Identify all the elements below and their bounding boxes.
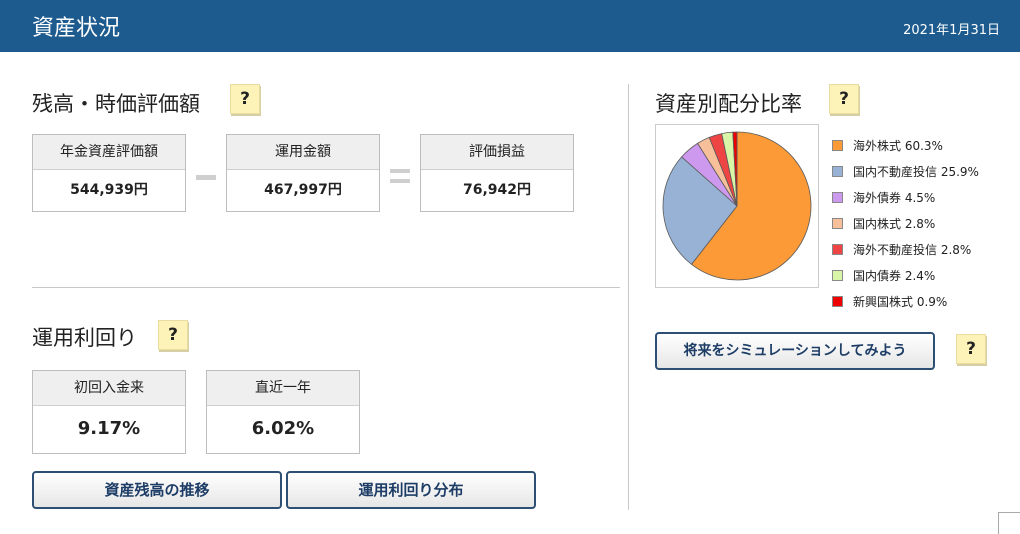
yield-distribution-button[interactable]: 運用利回り分布 <box>286 471 536 509</box>
legend-swatch <box>832 217 843 229</box>
last-year-value: 6.02% <box>251 418 315 439</box>
since-first-deposit-label: 初回入金来 <box>33 371 185 406</box>
legend-label: 新興国株式 0.9% <box>853 294 948 309</box>
invested-amount-value: 467,997円 <box>264 182 342 198</box>
page-header: 資産状況 2021年1月31日 <box>0 0 1020 52</box>
equals-bar-top <box>390 169 410 173</box>
allocation-pie-chart <box>655 124 819 288</box>
since-first-deposit-box: 初回入金来 9.17% <box>32 370 186 454</box>
minus-sign <box>196 175 216 180</box>
legend-swatch <box>832 165 843 177</box>
legend-label: 国内不動産投信 25.9% <box>853 164 979 179</box>
simulate-help-button[interactable]: ? <box>956 334 986 364</box>
legend-item-overseas-stocks: 海外株式 60.3% <box>832 132 979 158</box>
allocation-section-title: 資産別配分比率 <box>655 92 802 116</box>
yield-section-title: 運用利回り <box>32 326 137 350</box>
column-divider <box>628 84 629 510</box>
legend-item-emerging-stocks: 新興国株式 0.9% <box>832 288 979 314</box>
legend-swatch <box>832 191 843 203</box>
legend-label: 海外株式 60.3% <box>853 138 943 153</box>
invested-amount-label: 運用金額 <box>227 135 379 170</box>
pie-chart-svg <box>662 131 812 281</box>
legend-label: 国内債券 2.4% <box>853 268 936 283</box>
last-year-box: 直近一年 6.02% <box>206 370 360 454</box>
unrealized-gain-value: 76,942円 <box>462 182 532 198</box>
legend-swatch <box>832 269 843 281</box>
page-title: 資産状況 <box>32 16 121 41</box>
unrealized-gain-label: 評価損益 <box>421 135 573 170</box>
resize-corner <box>998 512 1020 534</box>
invested-amount-box: 運用金額 467,997円 <box>226 134 380 212</box>
legend-label: 海外不動産投信 2.8% <box>853 242 972 257</box>
legend-item-domestic-reit: 国内不動産投信 25.9% <box>832 158 979 184</box>
unrealized-gain-box: 評価損益 76,942円 <box>420 134 574 212</box>
legend-swatch <box>832 243 843 255</box>
legend-item-overseas-reit: 海外不動産投信 2.8% <box>832 236 979 262</box>
simulate-future-button[interactable]: 将来をシミュレーションしてみよう <box>655 332 935 370</box>
date-label: 2021年1月31日 <box>903 23 1000 38</box>
allocation-help-button[interactable]: ? <box>829 84 859 114</box>
yield-help-button[interactable]: ? <box>158 320 188 350</box>
pension-asset-label: 年金資産評価額 <box>33 135 185 170</box>
pension-asset-value: 544,939円 <box>70 182 148 198</box>
legend-label: 国内株式 2.8% <box>853 216 936 231</box>
allocation-legend: 海外株式 60.3% 国内不動産投信 25.9% 海外債券 4.5% 国内株式 … <box>832 132 979 314</box>
legend-swatch <box>832 139 843 151</box>
since-first-deposit-value: 9.17% <box>77 418 141 439</box>
equals-bar-bottom <box>390 179 410 183</box>
balance-section-title: 残高・時価評価額 <box>32 92 200 116</box>
legend-label: 海外債券 4.5% <box>853 190 936 205</box>
last-year-label: 直近一年 <box>207 371 359 406</box>
legend-item-domestic-bonds: 国内債券 2.4% <box>832 262 979 288</box>
legend-swatch <box>832 295 843 307</box>
balance-help-button[interactable]: ? <box>230 84 260 114</box>
section-divider <box>32 287 620 288</box>
legend-item-overseas-bonds: 海外債券 4.5% <box>832 184 979 210</box>
pension-asset-box: 年金資産評価額 544,939円 <box>32 134 186 212</box>
legend-item-domestic-stocks: 国内株式 2.8% <box>832 210 979 236</box>
asset-history-button[interactable]: 資産残高の推移 <box>32 471 282 509</box>
